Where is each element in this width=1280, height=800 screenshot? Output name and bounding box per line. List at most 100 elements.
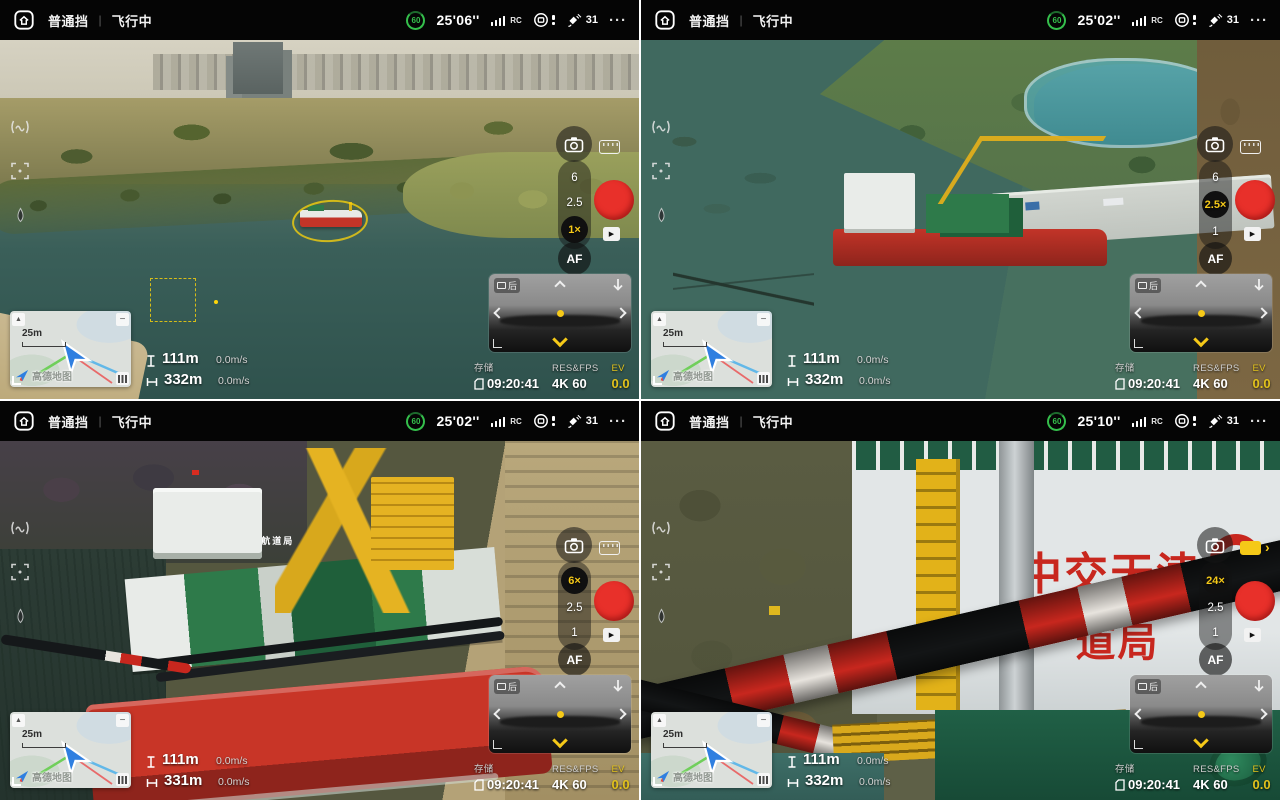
map-compass-button[interactable]: ▲: [12, 714, 25, 727]
zoom-preset-button[interactable]: 1×: [561, 216, 588, 243]
zoom-preset-button[interactable]: 6: [1202, 166, 1229, 189]
map-layers-button[interactable]: [116, 773, 129, 786]
minimap[interactable]: 25m 高德地图 ▲ −: [10, 712, 131, 788]
pan-down-chevron[interactable]: [552, 733, 568, 749]
home-button[interactable]: [12, 409, 36, 433]
zoom-preset-button[interactable]: 24×: [1202, 567, 1229, 594]
record-button[interactable]: [594, 180, 634, 220]
filmstrip-panel-button[interactable]: [599, 140, 620, 154]
wind-indicator-icon[interactable]: [654, 607, 669, 625]
more-menu-button[interactable]: ···: [609, 413, 627, 430]
home-button[interactable]: [12, 8, 36, 32]
map-layers-button[interactable]: [757, 372, 770, 385]
zoom-preset-button[interactable]: 2.5: [1202, 596, 1229, 619]
map-compass-button[interactable]: ▲: [653, 313, 666, 326]
map-layers-button[interactable]: [757, 773, 770, 786]
minimap[interactable]: 25m 高德地图 ▲ −: [651, 712, 772, 788]
pan-right-chevron[interactable]: [615, 708, 626, 719]
map-layers-button[interactable]: [116, 372, 129, 385]
filmstrip-panel-button[interactable]: [1240, 541, 1261, 555]
gimbal-route-icon[interactable]: [9, 118, 31, 136]
autofocus-button[interactable]: AF: [1199, 242, 1232, 275]
filmstrip-panel-button[interactable]: [1240, 140, 1261, 154]
zoom-preset-button[interactable]: 6: [561, 166, 588, 189]
filmstrip-expand-chevron[interactable]: ›: [1265, 539, 1270, 555]
pan-left-chevron[interactable]: [493, 307, 504, 318]
gimbal-route-icon[interactable]: [650, 519, 672, 537]
collapse-arrow-icon[interactable]: [1253, 278, 1265, 292]
home-button[interactable]: [653, 409, 677, 433]
pan-down-chevron[interactable]: [1193, 733, 1209, 749]
pan-right-chevron[interactable]: [615, 307, 626, 318]
map-zoom-out-button[interactable]: −: [757, 313, 770, 326]
flight-mode-button[interactable]: 普通挡: [48, 412, 89, 431]
pan-up-chevron[interactable]: [1195, 280, 1206, 291]
altitude-row: 111m 0.0m/s: [787, 751, 891, 772]
pan-up-chevron[interactable]: [1195, 681, 1206, 692]
camera-mode-button[interactable]: [556, 527, 592, 563]
secondary-camera-preview[interactable]: 后: [1130, 675, 1272, 753]
collapse-arrow-icon[interactable]: [1253, 679, 1265, 693]
playback-button[interactable]: ▶: [603, 227, 620, 241]
map-compass-button[interactable]: ▲: [12, 313, 25, 326]
gimbal-route-icon[interactable]: [650, 118, 672, 136]
spot-metering-icon[interactable]: [11, 563, 29, 581]
playback-button[interactable]: ▶: [603, 628, 620, 642]
home-button[interactable]: [653, 8, 677, 32]
camera-mode-button[interactable]: [556, 126, 592, 162]
wind-indicator-icon[interactable]: [654, 206, 669, 224]
camera-mode-button[interactable]: [1197, 527, 1233, 563]
more-menu-button[interactable]: ···: [609, 12, 627, 29]
zoom-preset-button[interactable]: 6×: [561, 567, 588, 594]
secondary-camera-preview[interactable]: 后: [1130, 274, 1272, 352]
autofocus-button[interactable]: AF: [558, 643, 591, 676]
flight-mode-button[interactable]: 普通挡: [48, 11, 89, 30]
camera-icon: [497, 683, 506, 690]
record-button[interactable]: [1235, 180, 1275, 220]
zoom-preset-button[interactable]: 1: [1202, 220, 1229, 243]
pan-right-chevron[interactable]: [1256, 708, 1267, 719]
more-menu-button[interactable]: ···: [1250, 413, 1268, 430]
map-compass-button[interactable]: ▲: [653, 714, 666, 727]
pan-up-chevron[interactable]: [554, 681, 565, 692]
gimbal-route-icon[interactable]: [9, 519, 31, 537]
autofocus-button[interactable]: AF: [558, 242, 591, 275]
playback-button[interactable]: ▶: [1244, 227, 1261, 241]
minimap[interactable]: 25m 高德地图 ▲ −: [651, 311, 772, 387]
pan-down-chevron[interactable]: [1193, 332, 1209, 348]
zoom-preset-button[interactable]: 2.5: [561, 596, 588, 619]
more-menu-button[interactable]: ···: [1250, 12, 1268, 29]
spot-metering-icon[interactable]: [652, 162, 670, 180]
collapse-arrow-icon[interactable]: [612, 679, 624, 693]
map-zoom-out-button[interactable]: −: [116, 313, 129, 326]
map-zoom-out-button[interactable]: −: [116, 714, 129, 727]
zoom-preset-button[interactable]: 1: [1202, 621, 1229, 644]
pan-left-chevron[interactable]: [1134, 307, 1145, 318]
zoom-preset-button[interactable]: 2.5: [561, 191, 588, 214]
pan-right-chevron[interactable]: [1256, 307, 1267, 318]
flight-mode-button[interactable]: 普通挡: [689, 11, 730, 30]
bar-divider: |: [740, 414, 743, 428]
flight-mode-button[interactable]: 普通挡: [689, 412, 730, 431]
wind-indicator-icon[interactable]: [13, 607, 28, 625]
pan-up-chevron[interactable]: [554, 280, 565, 291]
filmstrip-panel-button[interactable]: [599, 541, 620, 555]
pan-left-chevron[interactable]: [1134, 708, 1145, 719]
spot-metering-icon[interactable]: [652, 563, 670, 581]
zoom-preset-button[interactable]: 1: [561, 621, 588, 644]
pan-left-chevron[interactable]: [493, 708, 504, 719]
autofocus-button[interactable]: AF: [1199, 643, 1232, 676]
wind-indicator-icon[interactable]: [13, 206, 28, 224]
pan-down-chevron[interactable]: [552, 332, 568, 348]
spot-metering-icon[interactable]: [11, 162, 29, 180]
map-zoom-out-button[interactable]: −: [757, 714, 770, 727]
zoom-preset-button[interactable]: 2.5×: [1202, 191, 1229, 218]
minimap[interactable]: 25m 高德地图 ▲ −: [10, 311, 131, 387]
secondary-camera-preview[interactable]: 后: [489, 274, 631, 352]
secondary-camera-preview[interactable]: 后: [489, 675, 631, 753]
record-button[interactable]: [594, 581, 634, 621]
record-button[interactable]: [1235, 581, 1275, 621]
playback-button[interactable]: ▶: [1244, 628, 1261, 642]
camera-mode-button[interactable]: [1197, 126, 1233, 162]
collapse-arrow-icon[interactable]: [612, 278, 624, 292]
